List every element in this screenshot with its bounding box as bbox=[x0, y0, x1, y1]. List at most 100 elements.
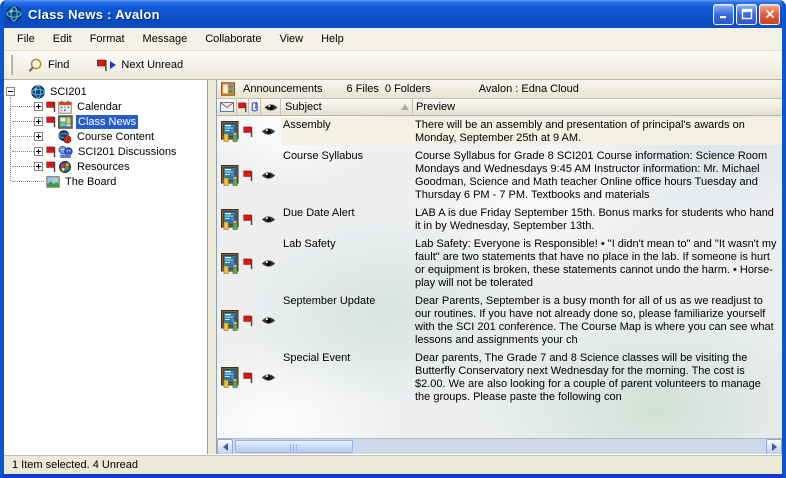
message-row-assembly[interactable]: Assembly There will be an assembly and p… bbox=[217, 118, 782, 145]
tree-item-the-board[interactable]: The Board bbox=[6, 174, 207, 189]
flag-icon bbox=[238, 102, 247, 113]
folder-tree: SCI201 Calendar Class News bbox=[4, 80, 207, 189]
course-content-icon bbox=[58, 130, 72, 144]
classroom-message-icon bbox=[217, 149, 243, 202]
column-header-row: Subject Preview bbox=[217, 99, 782, 116]
message-subject[interactable]: Lab Safety bbox=[281, 237, 413, 290]
message-preview[interactable]: Lab Safety: Everyone is Responsible! • "… bbox=[413, 237, 782, 290]
tree-item-label: SCI201 bbox=[48, 85, 89, 99]
find-button[interactable]: Find bbox=[21, 55, 76, 76]
menu-view[interactable]: View bbox=[270, 30, 312, 48]
magnifier-icon bbox=[28, 58, 43, 73]
message-preview[interactable]: Dear parents, The Grade 7 and 8 Science … bbox=[413, 351, 782, 404]
classroom-message-icon bbox=[217, 237, 243, 290]
column-subject[interactable]: Subject bbox=[281, 99, 413, 115]
viewed-eye-icon bbox=[255, 118, 281, 145]
next-unread-label: Next Unread bbox=[121, 59, 183, 71]
tree-item-discussions[interactable]: SCI201 Discussions bbox=[6, 144, 207, 159]
tree-item-label-selected: Class News bbox=[76, 115, 138, 129]
pane-splitter[interactable] bbox=[208, 80, 216, 454]
classroom-message-icon bbox=[217, 294, 243, 347]
minimize-icon bbox=[718, 8, 730, 20]
message-preview[interactable]: Dear Parents, September is a busy month … bbox=[413, 294, 782, 347]
unread-flag-icon bbox=[46, 116, 58, 128]
menu-collaborate[interactable]: Collaborate bbox=[196, 30, 270, 48]
message-preview[interactable]: There will be an assembly and presentati… bbox=[413, 118, 782, 145]
tree-item-label: Calendar bbox=[75, 100, 124, 114]
viewed-eye-icon bbox=[255, 237, 281, 290]
collapse-expander[interactable] bbox=[6, 87, 15, 96]
horizontal-scrollbar bbox=[217, 438, 782, 454]
tree-item-sci201[interactable]: SCI201 bbox=[6, 84, 207, 99]
files-count: 6 Files bbox=[347, 83, 379, 95]
column-attachment[interactable] bbox=[249, 99, 261, 115]
message-subject[interactable]: Assembly bbox=[281, 118, 413, 145]
title-bar[interactable]: Class News : Avalon bbox=[0, 0, 786, 28]
menu-format[interactable]: Format bbox=[81, 30, 134, 48]
message-preview[interactable]: Course Syllabus for Grade 8 SCI201 Cours… bbox=[413, 149, 782, 202]
menu-message[interactable]: Message bbox=[134, 30, 197, 48]
message-row-lab-safety[interactable]: Lab Safety Lab Safety: Everyone is Respo… bbox=[217, 237, 782, 290]
message-list: Assembly There will be an assembly and p… bbox=[217, 116, 782, 438]
app-globe-icon bbox=[6, 6, 22, 22]
menu-help[interactable]: Help bbox=[312, 30, 353, 48]
message-row-special-event[interactable]: Special Event Dear parents, The Grade 7 … bbox=[217, 351, 782, 404]
column-flag[interactable] bbox=[237, 99, 249, 115]
column-viewed[interactable] bbox=[261, 99, 281, 115]
tree-item-calendar[interactable]: Calendar bbox=[6, 99, 207, 114]
unread-flag-icon bbox=[243, 237, 255, 290]
toolbar-gripper[interactable] bbox=[9, 55, 13, 75]
expand-expander[interactable] bbox=[34, 132, 43, 141]
maximize-button[interactable] bbox=[736, 4, 757, 25]
menu-edit[interactable]: Edit bbox=[44, 30, 81, 48]
viewed-eye-icon bbox=[255, 206, 281, 233]
scroll-left-button[interactable] bbox=[217, 439, 233, 454]
calendar-icon bbox=[58, 100, 72, 114]
close-button[interactable] bbox=[759, 4, 780, 25]
status-bar: 1 Item selected. 4 Unread bbox=[4, 454, 782, 474]
unread-flag-icon bbox=[243, 351, 255, 404]
scrollbar-track[interactable] bbox=[233, 439, 766, 454]
newspaper-icon bbox=[58, 115, 73, 129]
toolbar: Find Next Unread bbox=[4, 50, 782, 80]
expand-expander[interactable] bbox=[34, 162, 43, 171]
message-row-course-syllabus[interactable]: Course Syllabus Course Syllabus for Grad… bbox=[217, 149, 782, 202]
unread-flag-icon bbox=[97, 59, 107, 72]
next-unread-button[interactable]: Next Unread bbox=[90, 56, 190, 75]
tree-item-course-content[interactable]: Course Content bbox=[6, 129, 207, 144]
message-subject[interactable]: Special Event bbox=[281, 351, 413, 404]
message-subject[interactable]: September Update bbox=[281, 294, 413, 347]
scroll-right-button[interactable] bbox=[766, 439, 782, 454]
expand-expander[interactable] bbox=[34, 147, 43, 156]
column-preview[interactable]: Preview bbox=[413, 99, 782, 115]
unread-flag-icon bbox=[46, 101, 58, 113]
minimize-button[interactable] bbox=[713, 4, 734, 25]
scrollbar-thumb[interactable] bbox=[235, 440, 353, 453]
classroom-message-icon bbox=[217, 118, 243, 145]
expand-expander[interactable] bbox=[34, 117, 43, 126]
message-subject[interactable]: Course Syllabus bbox=[281, 149, 413, 202]
tree-item-label: SCI201 Discussions bbox=[76, 145, 178, 159]
column-envelope[interactable] bbox=[217, 99, 237, 115]
tree-item-class-news[interactable]: Class News bbox=[6, 114, 207, 129]
message-preview[interactable]: LAB A is due Friday September 15th. Bonu… bbox=[413, 206, 782, 233]
people-icon bbox=[58, 145, 73, 159]
resources-icon bbox=[58, 160, 72, 174]
app-window: Class News : Avalon File Edit Format Mes… bbox=[0, 0, 786, 478]
eye-icon bbox=[264, 103, 278, 112]
message-row-due-date-alert[interactable]: Due Date Alert LAB A is due Friday Septe… bbox=[217, 206, 782, 233]
unread-flag-icon bbox=[243, 294, 255, 347]
status-text: 1 Item selected. 4 Unread bbox=[12, 459, 138, 471]
tree-item-resources[interactable]: Resources bbox=[6, 159, 207, 174]
folders-count: 0 Folders bbox=[385, 83, 431, 95]
menu-file[interactable]: File bbox=[8, 30, 44, 48]
unread-flag-icon bbox=[46, 146, 58, 158]
message-subject[interactable]: Due Date Alert bbox=[281, 206, 413, 233]
preview-header-label: Preview bbox=[416, 101, 455, 113]
expand-expander[interactable] bbox=[34, 102, 43, 111]
viewed-eye-icon bbox=[255, 294, 281, 347]
message-row-september-update[interactable]: September Update Dear Parents, September… bbox=[217, 294, 782, 347]
message-list-pane: Announcements 6 Files 0 Folders Avalon :… bbox=[216, 80, 782, 454]
unread-flag-icon bbox=[243, 206, 255, 233]
viewed-eye-icon bbox=[255, 149, 281, 202]
